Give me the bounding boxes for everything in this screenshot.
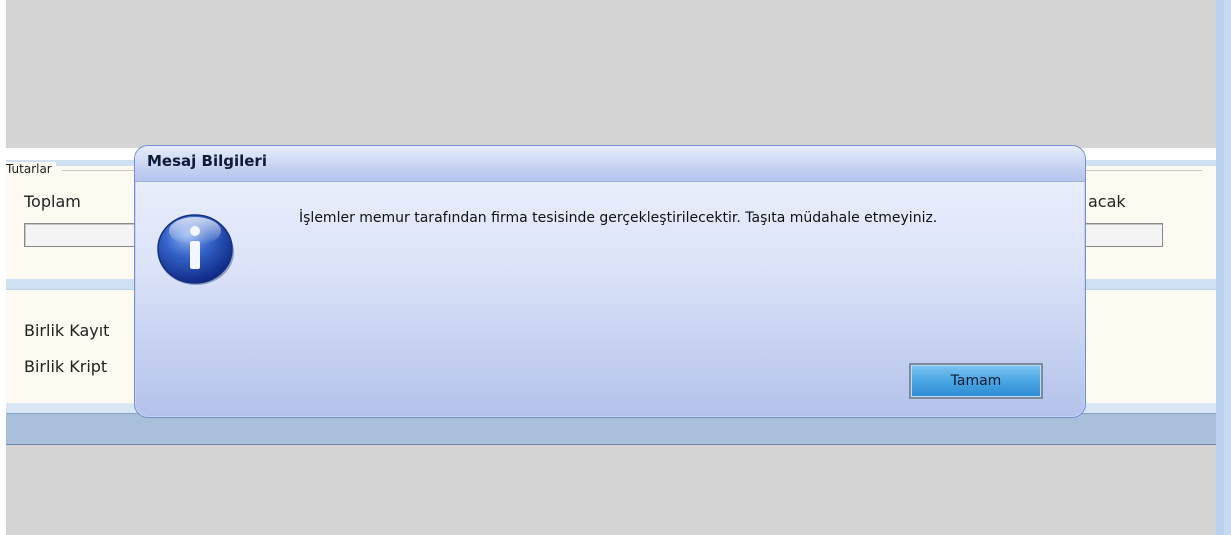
dialog-titlebar[interactable]: Mesaj Bilgileri	[135, 146, 1085, 182]
info-icon	[157, 214, 234, 285]
ok-button[interactable]: Tamam	[909, 363, 1043, 399]
window-right-border-inner	[1224, 0, 1231, 535]
dialog-title: Mesaj Bilgileri	[147, 152, 267, 170]
dialog-message: İşlemler memur tarafından firma tesisind…	[299, 210, 938, 226]
bottom-content-area	[6, 445, 1216, 535]
toplam-label: Toplam	[24, 192, 81, 211]
tutarlar-group-title: Tutarlar	[6, 162, 56, 176]
message-dialog: Mesaj Bilgileri İşlemler memur tarafında…	[134, 145, 1086, 418]
birlik-kripto-label: Birlik Kript	[24, 357, 108, 376]
top-content-area	[6, 0, 1216, 148]
birlik-kayit-label: Birlik Kayıt	[24, 321, 110, 340]
right-field-label: acak	[1088, 192, 1126, 211]
